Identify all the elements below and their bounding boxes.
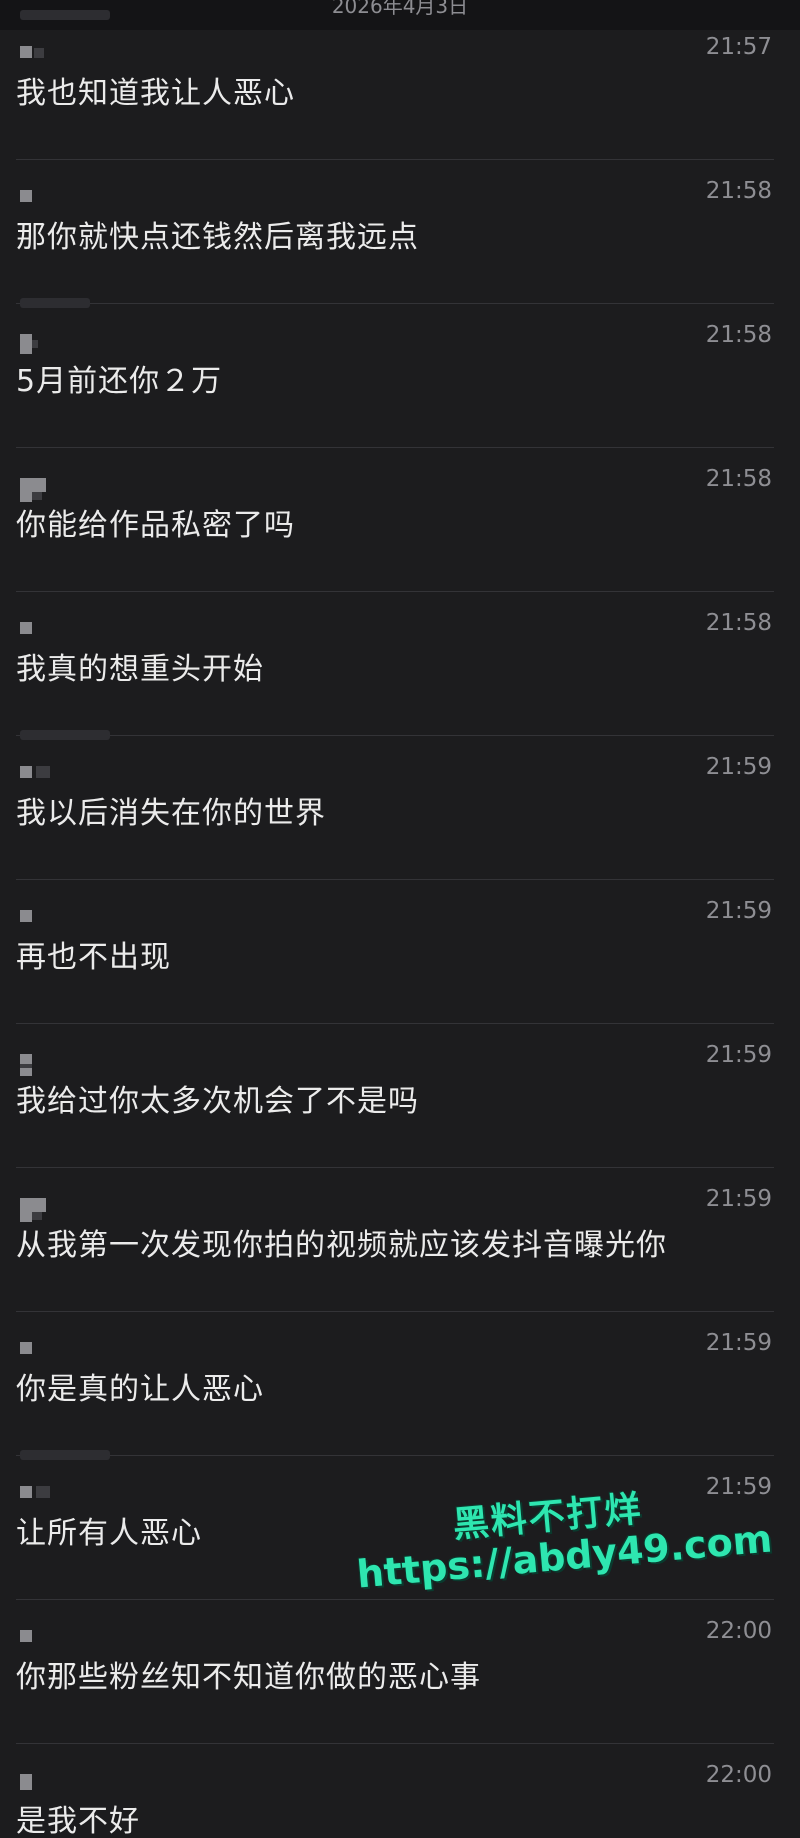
message-text: 再也不出现 — [16, 940, 171, 975]
sender-name-redacted — [20, 334, 90, 356]
message-text: 从我第一次发现你拍的视频就应该发抖音曝光你 — [16, 1228, 667, 1263]
sender-name-redacted — [20, 1198, 90, 1222]
redaction-smudge — [20, 10, 110, 20]
message-text: 我也知道我让人恶心 — [16, 76, 295, 111]
message-item[interactable]: 21:58 你能给作品私密了吗 — [0, 448, 800, 592]
message-text: 我给过你太多次机会了不是吗 — [16, 1084, 419, 1119]
sender-name-redacted — [20, 1054, 90, 1076]
message-text: 我以后消失在你的世界 — [16, 796, 326, 831]
message-item[interactable]: 21:58 我真的想重头开始 — [0, 592, 800, 736]
message-time: 21:58 — [705, 610, 772, 636]
sender-name-redacted — [20, 1630, 90, 1652]
message-text: 让所有人恶心 — [16, 1516, 202, 1551]
sender-name-redacted — [20, 478, 90, 502]
sender-name-redacted — [20, 46, 90, 68]
redaction-smudge — [20, 1450, 110, 1460]
message-time: 21:59 — [705, 1330, 772, 1356]
sender-name-redacted — [20, 910, 90, 932]
message-time: 21:58 — [705, 178, 772, 204]
sender-name-redacted — [20, 766, 90, 788]
message-text: 那你就快点还钱然后离我远点 — [16, 220, 419, 255]
redaction-smudge — [20, 298, 90, 308]
message-text: 我真的想重头开始 — [16, 652, 264, 687]
message-text: 5月前还你２万 — [16, 364, 223, 399]
message-item[interactable]: 21:58 那你就快点还钱然后离我远点 — [0, 160, 800, 304]
message-time: 21:58 — [705, 466, 772, 492]
message-time: 21:59 — [705, 754, 772, 780]
message-item[interactable]: 22:00 你那些粉丝知不知道你做的恶心事 — [0, 1600, 800, 1744]
message-time: 21:58 — [705, 322, 772, 348]
message-item[interactable]: 22:00 是我不好 — [0, 1744, 800, 1838]
sender-name-redacted — [20, 622, 90, 644]
message-item[interactable]: 21:59 从我第一次发现你拍的视频就应该发抖音曝光你 — [0, 1168, 800, 1312]
sender-name-redacted — [20, 190, 90, 212]
message-item[interactable]: 21:59 我给过你太多次机会了不是吗 — [0, 1024, 800, 1168]
sender-name-redacted — [20, 1486, 90, 1508]
message-time: 21:59 — [705, 1186, 772, 1212]
message-time: 21:57 — [705, 34, 772, 60]
message-time: 22:00 — [705, 1762, 772, 1788]
message-time: 21:59 — [705, 1042, 772, 1068]
message-time: 22:00 — [705, 1618, 772, 1644]
redaction-smudge — [20, 730, 110, 740]
message-item[interactable]: 21:59 我以后消失在你的世界 — [0, 736, 800, 880]
sender-name-redacted — [20, 1774, 90, 1796]
message-text: 你能给作品私密了吗 — [16, 508, 295, 543]
message-item[interactable]: 21:59 再也不出现 — [0, 880, 800, 1024]
message-item[interactable]: 21:59 你是真的让人恶心 — [0, 1312, 800, 1456]
message-item[interactable]: 21:58 5月前还你２万 — [0, 304, 800, 448]
message-text: 是我不好 — [16, 1804, 140, 1838]
message-text: 你那些粉丝知不知道你做的恶心事 — [16, 1660, 481, 1695]
sender-name-redacted — [20, 1342, 90, 1364]
chat-history-page: 2026年4月3日 21:57 我也知道我让人恶心 21:58 那你就快点还钱然后离我… — [0, 0, 800, 1838]
message-text: 你是真的让人恶心 — [16, 1372, 264, 1407]
message-time: 21:59 — [705, 898, 772, 924]
message-item[interactable]: 21:57 我也知道我让人恶心 — [0, 16, 800, 160]
